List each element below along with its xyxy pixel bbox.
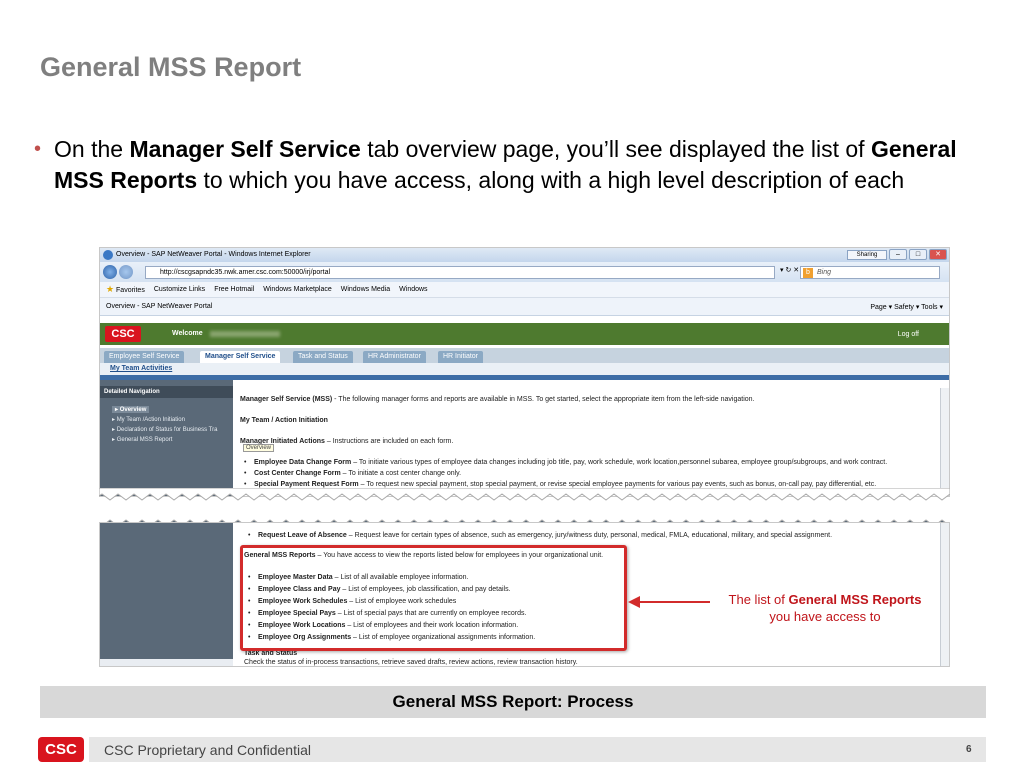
nav-item-my-team[interactable]: My Team /Action Initiation	[112, 416, 185, 423]
sub-navigation: My Team Activities	[100, 363, 949, 375]
favorites-bar: ★ Favorites Customize Links Free Hotmail…	[100, 282, 949, 298]
list-item[interactable]: Cost Center Change Form – To initiate a …	[244, 470, 461, 477]
ie-icon	[103, 250, 113, 260]
list-item[interactable]: Request Leave of Absence – Request leave…	[248, 532, 832, 539]
bullet-text: On the Manager Self Service tab overview…	[54, 136, 957, 193]
sharing-button[interactable]: Sharing	[847, 250, 887, 260]
mss-intro: Manager Self Service (MSS) - The followi…	[240, 396, 755, 403]
portal-tabs: Employee Self Service Manager Self Servi…	[100, 348, 949, 363]
vertical-scrollbar[interactable]	[940, 388, 949, 496]
bullet-point: • On the Manager Self Service tab overvi…	[34, 134, 964, 196]
tab-hr-administrator[interactable]: HR Administrator	[363, 351, 426, 363]
command-bar-tools[interactable]: Page ▾ Safety ▾ Tools ▾	[870, 303, 943, 311]
maximize-icon[interactable]: □	[909, 249, 927, 260]
blurred-user-name	[210, 331, 280, 337]
back-icon[interactable]	[103, 265, 117, 279]
footer-confidential: CSC Proprietary and Confidential	[104, 742, 311, 758]
search-input[interactable]: Bing	[800, 266, 940, 279]
bullet-dot: •	[34, 138, 42, 160]
star-icon: ★	[106, 284, 115, 294]
overview-tooltip: Overview	[243, 444, 275, 452]
refresh-stop-icons[interactable]: ▾ ↻ ✕	[780, 266, 799, 274]
fav-link-marketplace[interactable]: Windows Marketplace	[263, 286, 331, 293]
nav-item-declaration[interactable]: Declaration of Status for Business Tra	[112, 426, 218, 433]
slide-title: General MSS Report	[40, 52, 302, 82]
detailed-navigation-pane-lower	[100, 523, 233, 666]
horizontal-scrollbar[interactable]	[100, 659, 233, 666]
close-icon[interactable]: ✕	[929, 249, 947, 260]
browser-tab[interactable]: Overview - SAP NetWeaver Portal	[106, 303, 212, 310]
tab-task-and-status[interactable]: Task and Status	[293, 351, 353, 363]
highlight-box	[240, 545, 627, 651]
task-status-heading: Task and Status	[244, 650, 298, 657]
address-input[interactable]: http://cscgsapndc35.nwk.amer.csc.com:500…	[145, 266, 775, 279]
fav-link-media[interactable]: Windows Media	[341, 286, 390, 293]
nav-item-general-mss-report[interactable]: General MSS Report	[112, 436, 173, 443]
nav-item-overview[interactable]: Overview	[112, 406, 150, 413]
fav-link-hotmail[interactable]: Free Hotmail	[214, 286, 254, 293]
arrow-icon	[628, 596, 710, 608]
footer-csc-logo: CSC	[38, 737, 84, 762]
my-team-heading: My Team / Action Initiation	[240, 417, 328, 424]
window-title: Overview - SAP NetWeaver Portal - Window…	[116, 251, 311, 258]
my-team-activities-link[interactable]: My Team Activities	[110, 365, 172, 372]
process-bar: General MSS Report: Process	[40, 686, 986, 718]
task-status-description: Check the status of in-process transacti…	[244, 659, 578, 666]
welcome-text: Welcome	[172, 330, 203, 337]
list-item[interactable]: Special Payment Request Form – To reques…	[244, 481, 876, 488]
screenshot-portal-top: Overview - SAP NetWeaver Portal - Window…	[99, 247, 950, 497]
navigation-header: Detailed Navigation	[100, 386, 233, 398]
browser-title-bar: Overview - SAP NetWeaver Portal - Window…	[100, 248, 949, 262]
browser-tab-row: Overview - SAP NetWeaver Portal Page ▾ S…	[100, 298, 949, 316]
tab-hr-initiator[interactable]: HR Initiator	[438, 351, 484, 363]
csc-logo: CSC	[105, 326, 141, 342]
fav-link-customize[interactable]: Customize Links	[154, 286, 205, 293]
page-number: 6	[966, 744, 972, 755]
logoff-link[interactable]: Log off	[898, 331, 919, 338]
favorites-button[interactable]: ★ Favorites	[106, 284, 145, 295]
fav-link-windows[interactable]: Windows	[399, 286, 427, 293]
forward-icon[interactable]	[119, 265, 133, 279]
tab-employee-self-service[interactable]: Employee Self Service	[104, 351, 185, 363]
footer: CSC CSC Proprietary and Confidential 6	[0, 735, 1024, 768]
list-item[interactable]: Employee Data Change Form – To initiate …	[244, 459, 887, 466]
address-bar-row: http://cscgsapndc35.nwk.amer.csc.com:500…	[100, 262, 949, 282]
torn-edge-top	[99, 488, 950, 501]
portal-header: CSC Welcome Log off	[100, 323, 949, 345]
callout-text: The list of General MSS Reports you have…	[728, 592, 922, 624]
tab-manager-self-service[interactable]: Manager Self Service	[200, 351, 281, 363]
minimize-icon[interactable]: –	[889, 249, 907, 260]
window-controls: – □ ✕	[889, 249, 947, 260]
detailed-navigation-pane: Detailed Navigation Overview My Team /Ac…	[100, 380, 233, 496]
